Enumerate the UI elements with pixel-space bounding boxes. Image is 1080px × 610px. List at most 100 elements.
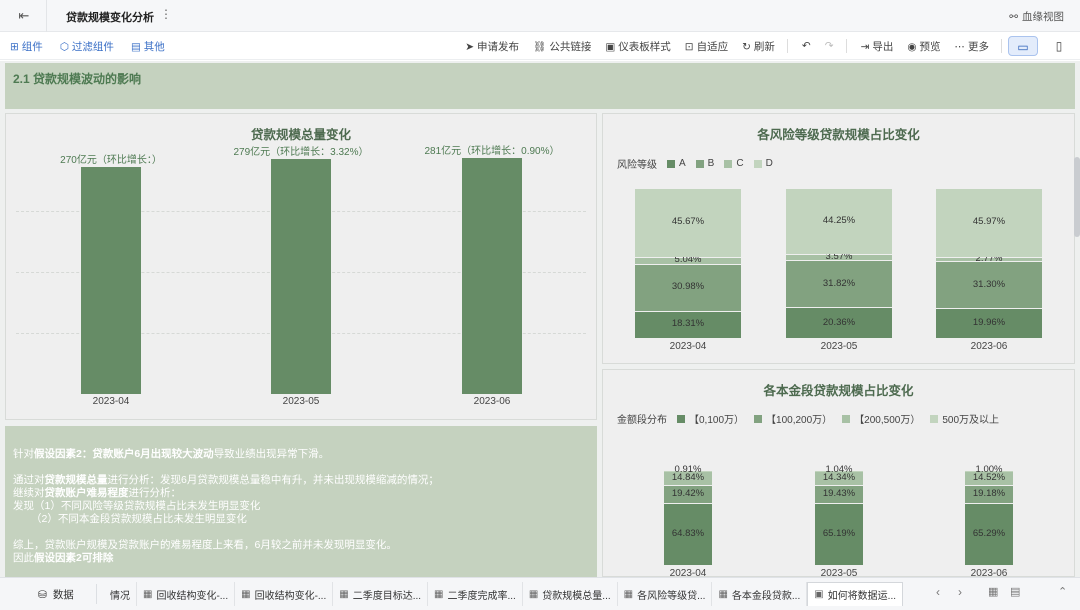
sheet-tab-label: 各本金段贷款...	[731, 590, 801, 602]
bottom-bar: ⛁ 数据 情况 ▦ 回收结构变化-... ▦ 回收结构变化-... ▦ 二季度目标达... ▦ 二…	[0, 577, 1080, 610]
sheet-tabs: 情况 ▦ 回收结构变化-... ▦ 回收结构变化-... ▦ 二季度目标达... ▦ 二季度完成…	[104, 582, 904, 606]
legend-item[interactable]: B	[695, 158, 715, 169]
segment-data-label: 0.91%	[674, 464, 702, 476]
legend-item[interactable]: 500万及以上	[930, 411, 999, 426]
x-tick-label: 2023-06	[970, 341, 1008, 352]
legend-label: C	[736, 158, 744, 169]
refresh-icon: ↻	[742, 40, 751, 53]
more-button[interactable]: ⋯ 更多	[955, 39, 990, 54]
segment-data-label: 1.00%	[975, 464, 1003, 476]
chart-tab-icon: ▦	[241, 588, 251, 600]
legend-label: 500万及以上	[942, 415, 1000, 426]
mobile-view-button[interactable]: ▯	[1044, 36, 1074, 56]
sheet-tab[interactable]: ▦ 二季度目标达...	[333, 582, 429, 606]
publish-icon: ➤	[465, 40, 474, 53]
loan-total-chart-title: 贷款规模总量变化	[250, 128, 351, 142]
publish-label: 申请发布	[477, 40, 519, 53]
sheet-tab-label: 各风险等级贷...	[637, 590, 706, 602]
analysis-note[interactable]: 针对假设因素2：贷款账户6月出现较大波动导致业绩出现异常下滑。 通过对贷款规模总…	[5, 426, 597, 577]
legend-item[interactable]: 【0,100万）	[677, 411, 744, 426]
segment-data-label: 20.36%	[822, 316, 856, 328]
tabs-prev-icon[interactable]: ‹	[936, 585, 940, 599]
legend-swatch	[842, 414, 851, 423]
filter-component-button[interactable]: ⬡ 过滤组件	[60, 41, 114, 53]
component-button[interactable]: ⊞ 组件	[10, 41, 43, 53]
sheet-tab[interactable]: ▦ 贷款规模总量...	[523, 582, 618, 606]
dashboard-style-button[interactable]: ▣ 仪表板样式	[605, 39, 670, 54]
top-bar: ⇤ 贷款规模变化分析 ⋮ ⚯ 血缘视图	[0, 0, 1080, 32]
sheet-tab-label: 如何将数据运...	[827, 591, 897, 602]
other-button[interactable]: ▤ 其他	[131, 41, 165, 53]
collapse-back-icon[interactable]: ⇤	[16, 8, 32, 24]
preview-button[interactable]: ◉ 预览	[907, 39, 940, 54]
legend-swatch	[754, 414, 763, 423]
canvas-scrollbar[interactable]	[1074, 157, 1080, 237]
risk-level-chart-panel[interactable]: 各风险等级贷款规模占比变化 风险等级 A B C D 18.31% 30.98% 5.04% 4…	[602, 113, 1075, 364]
sheet-tab-label: 回收结构变化-...	[254, 590, 327, 602]
segment-data-label: 65.29%	[972, 527, 1006, 539]
legend-item[interactable]: A	[667, 158, 686, 169]
component-label: 组件	[21, 41, 43, 53]
legend-label: 【0,100万）	[689, 415, 745, 426]
chart-legend: 金额段分布 【0,100万） 【100,200万） 【200,500万） 500万及以上	[617, 411, 1009, 426]
style-icon: ▣	[605, 40, 616, 53]
sheet-tab[interactable]: ▦ 各本金段贷款...	[712, 582, 808, 606]
sheet-tab[interactable]: 情况	[104, 582, 137, 606]
bar	[81, 166, 141, 394]
bar-data-label: 270亿元（环比增长：）	[60, 154, 162, 166]
segment-data-label: 19.96%	[972, 317, 1006, 329]
lineage-view-button[interactable]: ⚯ 血缘视图	[1009, 9, 1064, 24]
legend-item[interactable]: C	[724, 158, 744, 169]
refresh-label: 刷新	[753, 40, 775, 53]
legend-item[interactable]: 【200,500万）	[842, 411, 920, 426]
collapse-tabs-icon[interactable]: ⌃	[1058, 585, 1067, 598]
data-tab[interactable]: ⛁ 数据	[38, 587, 74, 602]
adaptive-button[interactable]: ⊡ 自适应	[685, 39, 728, 54]
x-tick-label: 2023-04	[92, 396, 130, 407]
refresh-button[interactable]: ↻ 刷新	[742, 39, 775, 54]
toolbar-left: ⊞ 组件 ⬡ 过滤组件 ▤ 其他	[10, 39, 179, 54]
export-label: 导出	[872, 40, 894, 53]
section-header[interactable]: 2.1 贷款规模波动的影响	[5, 63, 1075, 109]
chart-tab-icon: ▦	[434, 588, 444, 600]
add-chart-tab-icon[interactable]: ▦	[988, 585, 998, 598]
sheet-tab[interactable]: ▦ 二季度完成率...	[428, 582, 523, 606]
other-icon: ▤	[130, 41, 144, 53]
bar-data-label: 281亿元（环比增长：0.90%）	[424, 145, 560, 157]
sheet-tab[interactable]: ▣ 如何将数据运...	[807, 582, 904, 606]
title-more-icon[interactable]: ⋮	[160, 7, 172, 21]
amount-segment-chart-panel[interactable]: 各本金段贷款规模占比变化 金额段分布 【0,100万） 【100,200万） 【200…	[602, 369, 1075, 577]
undo-button[interactable]: ↶	[802, 40, 811, 52]
loan-total-chart-panel[interactable]: 贷款规模总量变化 270亿元（环比增长：） 2023-04 279亿元（环比增长：3…	[5, 113, 597, 420]
desktop-icon: ▭	[1017, 40, 1029, 54]
add-dashboard-tab-icon[interactable]: ▤	[1010, 585, 1020, 598]
segment-data-label: 19.43%	[822, 487, 856, 499]
sheet-tab-label: 二季度目标达...	[352, 590, 422, 602]
toolbar-divider	[845, 39, 847, 53]
undo-icon: ↶	[801, 40, 811, 52]
lineage-label: 血缘视图	[1022, 11, 1064, 23]
divider	[96, 584, 97, 604]
sheet-tab-label: 回收结构变化-...	[156, 590, 229, 602]
segment-data-label: 31.82%	[822, 277, 856, 289]
legend-item[interactable]: 【100,200万）	[754, 411, 832, 426]
sheet-tab[interactable]: ▦ 回收结构变化-...	[137, 582, 236, 606]
chart-tab-icon: ▦	[528, 588, 539, 600]
sheet-tab[interactable]: ▦ 各风险等级贷...	[618, 582, 713, 606]
public-link-button[interactable]: ⛓ 公共链接	[533, 39, 591, 54]
bar-data-label: 279亿元（环比增长：3.32%）	[233, 147, 369, 159]
legend-item[interactable]: D	[753, 158, 773, 169]
chart-tab-icon: ▦	[623, 588, 634, 600]
export-button[interactable]: ⇥ 导出	[861, 39, 894, 54]
legend-label: A	[679, 158, 686, 169]
other-label: 其他	[143, 41, 165, 53]
redo-button[interactable]: ↷	[825, 40, 834, 52]
chart-tab-icon: ▦	[339, 588, 349, 600]
legend-label: 【100,200万）	[766, 415, 833, 426]
desktop-view-button[interactable]: ▭	[1008, 36, 1038, 56]
sheet-tab[interactable]: ▦ 回收结构变化-...	[235, 582, 334, 606]
x-tick-label: 2023-05	[820, 568, 858, 577]
legend-label: B	[707, 158, 715, 169]
publish-button[interactable]: ➤ 申请发布	[465, 39, 519, 54]
tabs-next-icon[interactable]: ›	[958, 585, 962, 599]
